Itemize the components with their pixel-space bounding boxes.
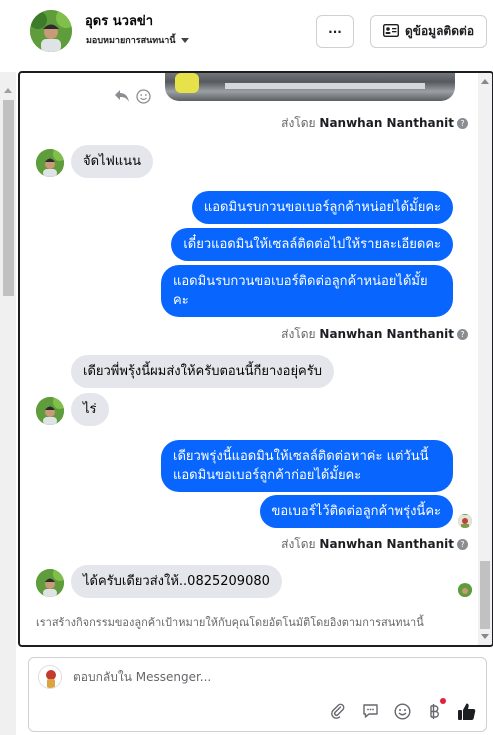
outgoing-message[interactable]: แอดมินรบกวนขอเบอร์ลูกค้าหน่อยได้มั้ยคะ — [191, 191, 453, 224]
reply-icon[interactable] — [114, 89, 130, 108]
incoming-message[interactable]: ได้ครับเดียวส่งให้..0825209080 — [71, 565, 282, 598]
page-scrollbar[interactable] — [0, 72, 16, 735]
outgoing-message[interactable]: ขอเบอร์ไว้ติดต่อลูกค้าพรุ่งนี้คะ — [259, 495, 453, 528]
view-contact-info-label: ดูข้อมูลติดต่อ — [404, 24, 475, 38]
sent-by-label: ส่งโดย Nanwhan Nanthanit? — [281, 325, 468, 344]
sent-by-name: Nanwhan Nanthanit — [319, 327, 454, 341]
info-icon[interactable]: ? — [457, 329, 468, 340]
contact-avatar-small[interactable] — [36, 397, 64, 425]
sent-by-label: ส่งโดย Nanwhan Nanthanit? — [281, 535, 468, 554]
outgoing-message[interactable]: เดี๋ยวแอดมินให้เซลล์ติดต่อไปให้รายละเอีย… — [171, 228, 453, 261]
scroll-up-arrow-icon[interactable] — [4, 88, 12, 93]
sent-by-name: Nanwhan Nanthanit — [319, 537, 454, 551]
incoming-message[interactable]: เดียวพี่พรุ้งนี้ผมส่งให้ครับตอนนี้กียางอ… — [71, 355, 334, 388]
more-options-button[interactable]: ··· — [316, 15, 354, 48]
contact-avatar[interactable] — [30, 10, 72, 52]
contact-avatar-small[interactable] — [36, 149, 64, 177]
seen-receipt-avatar — [458, 514, 472, 528]
activity-note: เราสร้างกิจกรรมของลูกค้าเป้าหมายให้กับคุ… — [36, 616, 424, 629]
info-icon[interactable]: ? — [457, 539, 468, 550]
emoji-icon[interactable] — [392, 701, 412, 721]
outgoing-message[interactable]: เดียวพรุ่งนี้แอดมินให้เซลล์ติดต่อหาค่ะ แ… — [161, 440, 453, 492]
baht-icon[interactable] — [424, 698, 446, 721]
assign-conversation-dropdown[interactable]: มอบหมายการสนทนานี้ — [86, 33, 189, 47]
sent-by-label: ส่งโดย Nanwhan Nanthanit? — [281, 114, 468, 133]
reply-composer — [28, 657, 487, 732]
saved-reply-icon[interactable] — [360, 701, 380, 721]
info-icon[interactable]: ? — [457, 118, 468, 129]
view-contact-info-button[interactable]: ดูข้อมูลติดต่อ — [370, 15, 487, 48]
sent-by-prefix: ส่งโดย — [281, 537, 316, 551]
conversation-scrollbar[interactable] — [478, 73, 492, 645]
incoming-message[interactable]: จัดไฟแนน — [71, 145, 153, 178]
caret-down-icon — [180, 38, 189, 43]
contact-card-icon — [382, 23, 399, 40]
conversation-panel: ส่งโดย Nanwhan Nanthanit? จัดไฟแนน แอดมิ… — [18, 71, 493, 647]
page-scrollbar-thumb[interactable] — [3, 100, 14, 296]
sent-by-prefix: ส่งโดย — [281, 116, 316, 130]
scroll-up-arrow-icon[interactable] — [481, 79, 489, 84]
message-actions — [114, 89, 151, 108]
contact-name[interactable]: อุดร นวลข่า — [85, 10, 153, 31]
scroll-down-arrow-icon[interactable] — [481, 634, 489, 639]
outgoing-message[interactable]: แอดมินรบกวนขอเบอร์ติดต่อลูกค้าหน่อยได้มั… — [161, 265, 453, 317]
seen-receipt-avatar — [458, 583, 472, 597]
conversation-scrollbar-thumb[interactable] — [480, 561, 490, 629]
sent-by-prefix: ส่งโดย — [281, 327, 316, 341]
reply-input[interactable] — [73, 670, 453, 684]
notification-dot — [440, 698, 446, 704]
paperclip-icon[interactable] — [328, 701, 348, 721]
assign-label: มอบหมายการสนทนานี้ — [86, 36, 176, 46]
thumbs-up-icon[interactable] — [456, 701, 476, 721]
incoming-message[interactable]: ไร่ — [71, 393, 109, 426]
more-icon: ··· — [328, 24, 342, 39]
contact-avatar-small[interactable] — [36, 569, 64, 597]
emoji-react-icon[interactable] — [136, 89, 151, 108]
attached-image[interactable] — [165, 73, 455, 101]
sent-by-name: Nanwhan Nanthanit — [319, 116, 454, 130]
page-avatar — [38, 665, 62, 689]
composer-toolbar — [328, 698, 476, 721]
conversation-header: อุดร นวลข่า มอบหมายการสนทนานี้ ··· ดูข้อ… — [0, 0, 493, 62]
